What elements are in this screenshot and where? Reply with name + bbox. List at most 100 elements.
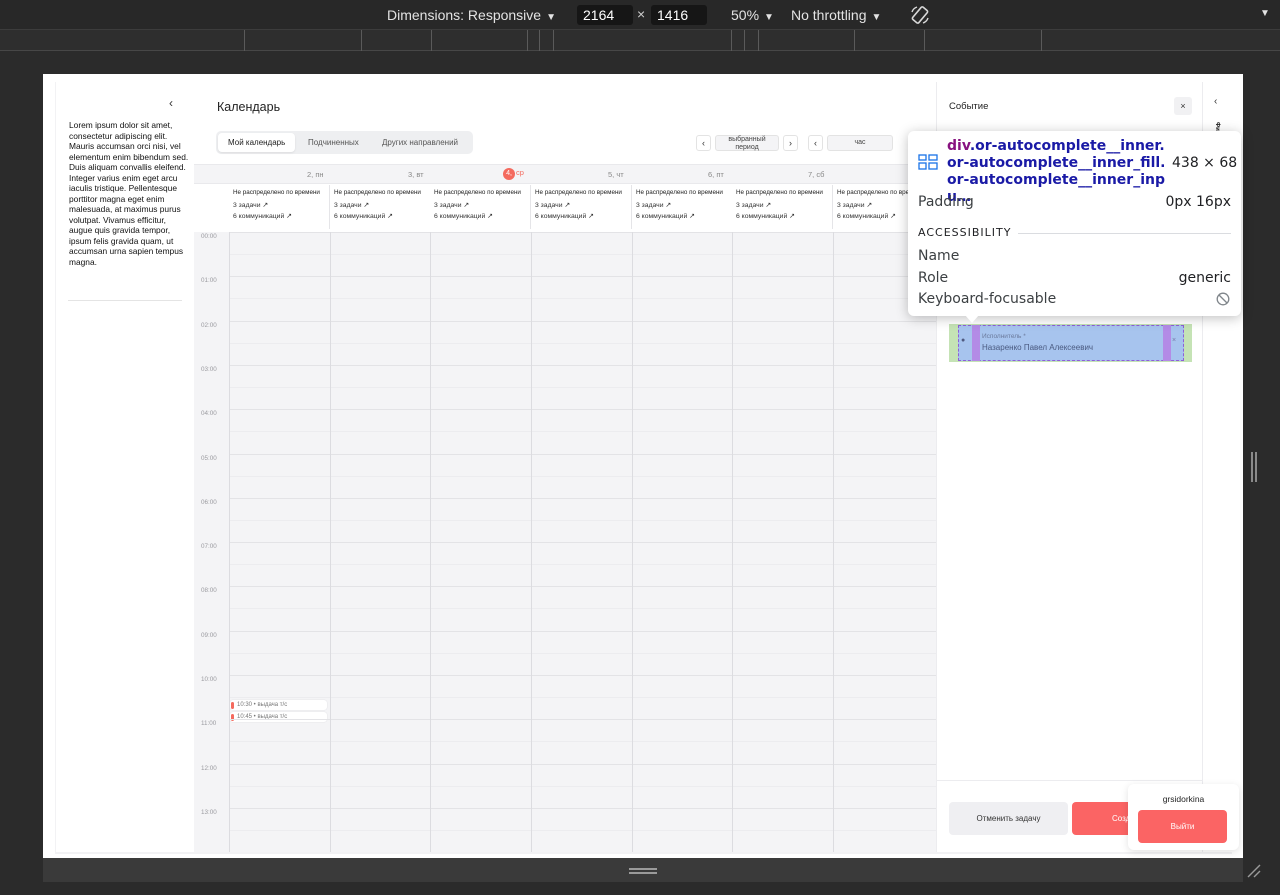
tasks-count-link[interactable]: 3 задачи ↗ — [837, 201, 872, 209]
day-header[interactable]: 6, пт — [708, 170, 724, 179]
zoom-label: 50% — [731, 7, 760, 23]
hour-label: 09:00 — [201, 632, 217, 639]
tab-subordinates[interactable]: Подчиненных — [298, 133, 369, 152]
half-hour-gridline — [229, 697, 936, 698]
unscheduled-cell[interactable]: Не распределено по времени 3 задачи ↗ 6 ко… — [330, 185, 431, 229]
hour-label: 00:00 — [201, 233, 217, 240]
hour-gridline — [229, 719, 936, 720]
unscheduled-cell[interactable]: Не распределено по времени 3 задачи ↗ 6 ко… — [430, 185, 531, 229]
comms-count-link[interactable]: 6 коммуникаций ↗ — [736, 212, 795, 220]
padding-overlay-right — [1163, 325, 1171, 361]
hour-gridline — [229, 454, 936, 455]
tasks-count-link[interactable]: 3 задачи ↗ — [434, 201, 469, 209]
external-link-icon: ↗ — [463, 202, 470, 209]
a11y-focusable-label: Keyboard-focusable — [918, 291, 1057, 307]
user-icon: ● — [961, 337, 966, 344]
external-link-icon: ↗ — [588, 213, 594, 220]
tasks-count-link[interactable]: 3 задачи ↗ — [334, 201, 369, 209]
external-link-icon: ↗ — [665, 202, 672, 209]
logout-button[interactable]: Выйти — [1138, 810, 1227, 843]
comms-count-link[interactable]: 6 коммуникаций ↗ — [334, 212, 393, 220]
scale-select[interactable]: час — [827, 135, 893, 151]
more-options-icon[interactable]: ▼ — [1260, 8, 1270, 19]
day-column-divider — [732, 232, 733, 852]
times-separator: × — [637, 6, 646, 22]
height-input[interactable]: 1416 — [651, 5, 707, 25]
day-header-today[interactable]: 4, ср — [503, 168, 524, 180]
rotate-icon[interactable] — [909, 4, 931, 26]
hour-gridline — [229, 321, 936, 322]
dimensions-dropdown[interactable]: Dimensions: Responsive ▼ — [387, 7, 556, 23]
unscheduled-cell[interactable]: Не распределено по времени 3 задачи ↗ 6 ко… — [632, 185, 733, 229]
resize-corner-icon[interactable] — [1245, 862, 1261, 878]
caret-down-icon: ▼ — [764, 12, 774, 23]
comms-count-link[interactable]: 6 коммуникаций ↗ — [636, 212, 695, 220]
period-select[interactable]: выбранный период — [715, 135, 779, 151]
tab-other-directions[interactable]: Других направлений — [372, 133, 468, 152]
unscheduled-title: Не распределено по времени — [233, 189, 320, 196]
period-next-button[interactable]: › — [783, 135, 798, 151]
hour-label: 06:00 — [201, 499, 217, 506]
time-grid[interactable]: 10:30 • выдача т/с 10:45 • выдача т/с 00… — [194, 232, 936, 852]
period-prev-button[interactable]: ‹ — [696, 135, 711, 151]
tasks-count-link[interactable]: 3 задачи ↗ — [233, 201, 268, 209]
element-size: 438 × 68 — [1172, 155, 1238, 171]
hour-label: 05:00 — [201, 455, 217, 462]
day-column-divider — [632, 232, 633, 852]
hour-label: 02:00 — [201, 322, 217, 329]
hour-label: 01:00 — [201, 277, 217, 284]
sidebar-text: Lorem ipsum dolor sit amet, consectetur … — [69, 120, 189, 267]
day-header[interactable]: 3, вт — [408, 170, 424, 179]
padding-value: 0px 16px — [1165, 194, 1231, 210]
tasks-count-link[interactable]: 3 задачи ↗ — [636, 201, 671, 209]
throttling-dropdown[interactable]: No throttling ▼ — [791, 7, 881, 23]
comms-count-link[interactable]: 6 коммуникаций ↗ — [535, 212, 594, 220]
hour-label: 10:00 — [201, 676, 217, 683]
resize-handle-right[interactable] — [1251, 452, 1257, 482]
hour-label: 04:00 — [201, 410, 217, 417]
sidebar-divider — [68, 300, 182, 301]
unscheduled-cell[interactable]: Не распределено по времени 3 задачи ↗ 6 ко… — [732, 185, 833, 229]
section-divider — [1018, 233, 1231, 234]
resize-handle-bottom[interactable] — [629, 868, 657, 874]
chevron-left-icon[interactable]: ‹ — [1214, 96, 1217, 107]
assignee-value: Назаренко Павел Алексеевич — [982, 343, 1094, 352]
day-header[interactable]: 2, пн — [307, 170, 324, 179]
unscheduled-cell[interactable]: Не распределено по времени 3 задачи ↗ 6 ко… — [229, 185, 330, 229]
hour-gridline — [229, 631, 936, 632]
hour-gridline — [229, 675, 936, 676]
calendar-tabs: Мой календарь Подчиненных Других направл… — [216, 131, 473, 154]
day-column-divider — [229, 232, 230, 852]
event-label: 10:30 • выдача т/с — [237, 702, 288, 708]
hour-gridline — [229, 232, 936, 233]
day-header[interactable]: 5, чт — [608, 170, 624, 179]
calendar-event[interactable]: 10:30 • выдача т/с — [230, 700, 327, 710]
hour-gridline — [229, 542, 936, 543]
hour-gridline — [229, 409, 936, 410]
tab-my-calendar[interactable]: Мой календарь — [218, 133, 296, 152]
comms-count-link[interactable]: 6 коммуникаций ↗ — [233, 212, 292, 220]
assignee-label: Исполнитель * — [982, 333, 1026, 340]
tasks-count-link[interactable]: 3 задачи ↗ — [736, 201, 771, 209]
tasks-count-link[interactable]: 3 задачи ↗ — [535, 201, 570, 209]
padding-overlay-left — [972, 325, 980, 361]
clear-icon[interactable]: × — [1172, 337, 1176, 344]
hour-gridline — [229, 498, 936, 499]
width-input[interactable]: 2164 — [577, 5, 633, 25]
scale-prev-button[interactable]: ‹ — [808, 135, 823, 151]
zoom-dropdown[interactable]: 50% ▼ — [731, 7, 774, 23]
half-hour-gridline — [229, 830, 936, 831]
collapse-sidebar-icon[interactable]: ‹ — [169, 96, 173, 110]
external-link-icon: ↗ — [286, 213, 292, 220]
a11y-role-label: Role — [918, 270, 949, 286]
hour-label: 11:00 — [201, 720, 217, 727]
half-hour-gridline — [229, 476, 936, 477]
day-header[interactable]: 7, сб — [808, 170, 824, 179]
comms-count-link[interactable]: 6 коммуникаций ↗ — [837, 212, 896, 220]
close-icon[interactable]: × — [1174, 97, 1192, 115]
day-column-divider — [833, 232, 834, 852]
cancel-task-button[interactable]: Отменить задачу — [949, 802, 1068, 835]
unscheduled-cell[interactable]: Не распределено по времени 3 задачи ↗ 6 ко… — [531, 185, 632, 229]
calendar-event[interactable]: 10:45 • выдача т/с — [230, 712, 327, 722]
comms-count-link[interactable]: 6 коммуникаций ↗ — [434, 212, 493, 220]
